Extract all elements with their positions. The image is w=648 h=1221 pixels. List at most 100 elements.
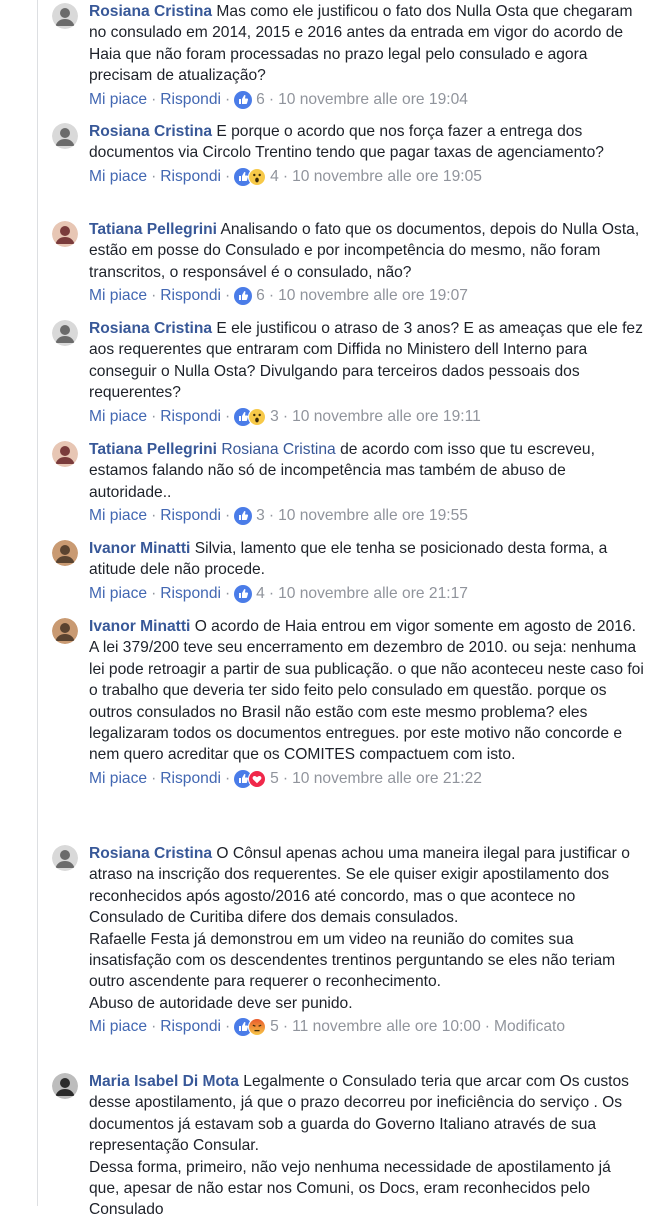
- comment: Rosiana Cristina O Cônsul apenas achou u…: [52, 843, 644, 1037]
- like-link[interactable]: Mi piace: [89, 584, 147, 604]
- separator: ·: [224, 769, 231, 787]
- comment-author[interactable]: Rosiana Cristina: [89, 845, 212, 862]
- separator: ·: [282, 167, 289, 185]
- separator: ·: [282, 1018, 289, 1036]
- reply-link[interactable]: Rispondi: [160, 167, 221, 187]
- reaction-summary[interactable]: [234, 407, 267, 426]
- avatar[interactable]: [52, 540, 78, 566]
- comment-body: Ivanor Minatti O acordo de Haia entrou e…: [89, 616, 644, 766]
- separator: ·: [224, 90, 231, 108]
- separator: ·: [151, 90, 157, 108]
- comment-body: Maria Isabel Di Mota Legalmente o Consul…: [89, 1071, 644, 1221]
- reaction-count[interactable]: 4: [256, 584, 265, 604]
- separator: ·: [151, 407, 157, 425]
- comment: Tatiana Pellegrini Analisando o fato que…: [52, 219, 644, 306]
- comment-timestamp[interactable]: 11 novembre alle ore 10:00: [292, 1017, 481, 1037]
- separator: ·: [224, 287, 231, 305]
- reaction-count[interactable]: 6: [256, 286, 265, 306]
- like-link[interactable]: Mi piace: [89, 407, 147, 427]
- like-link[interactable]: Mi piace: [89, 286, 147, 306]
- wow-reaction-icon: [248, 407, 267, 426]
- separator: ·: [484, 1018, 490, 1036]
- reaction-summary[interactable]: [234, 287, 253, 306]
- separator: ·: [151, 167, 157, 185]
- mention-link[interactable]: Rosiana Cristina: [221, 441, 335, 458]
- separator: ·: [268, 287, 275, 305]
- avatar[interactable]: [52, 845, 78, 871]
- comment: Tatiana Pellegrini Rosiana Cristina de a…: [52, 439, 644, 526]
- comment-actions: Mi piace · Rispondi · 4 · 10 novembre alle ore…: [89, 584, 644, 604]
- separator: ·: [282, 407, 289, 425]
- reaction-summary[interactable]: [234, 167, 267, 186]
- reply-link[interactable]: Rispondi: [160, 286, 221, 306]
- comment-author[interactable]: Tatiana Pellegrini: [89, 221, 217, 238]
- reply-link[interactable]: Rispondi: [160, 407, 221, 427]
- comment-timestamp[interactable]: 10 novembre alle ore 19:04: [278, 90, 468, 110]
- comment-timestamp[interactable]: 10 novembre alle ore 21:17: [278, 584, 468, 604]
- comment: Rosiana Cristina E ele justificou o atra…: [52, 318, 644, 427]
- comment-actions: Mi piace · Rispondi · 5 · 10 novembre alle ore…: [89, 769, 644, 789]
- comment: Ivanor Minatti O acordo de Haia entrou e…: [52, 616, 644, 789]
- comment-timestamp[interactable]: 10 novembre alle ore 19:05: [292, 167, 482, 187]
- comment: Maria Isabel Di Mota Legalmente o Consul…: [52, 1071, 644, 1221]
- comment-body: Rosiana Cristina E ele justificou o atra…: [89, 318, 644, 404]
- comment-author[interactable]: Ivanor Minatti: [89, 618, 190, 635]
- comment-author[interactable]: Rosiana Cristina: [89, 320, 212, 337]
- reaction-count[interactable]: 3: [256, 506, 265, 526]
- comment: Rosiana Cristina Mas como ele justificou…: [52, 1, 644, 110]
- comment: Rosiana Cristina E porque o acordo que n…: [52, 121, 644, 187]
- comment-actions: Mi piace · Rispondi · 3 · 10 novembre alle ore…: [89, 407, 644, 427]
- reaction-summary[interactable]: [234, 90, 253, 109]
- reaction-summary[interactable]: [234, 507, 253, 526]
- avatar[interactable]: [52, 618, 78, 644]
- comment-body: Ivanor Minatti Silvia, lamento que ele t…: [89, 538, 644, 581]
- comment-timestamp[interactable]: 10 novembre alle ore 19:11: [292, 407, 481, 427]
- comment-author[interactable]: Ivanor Minatti: [89, 540, 190, 557]
- avatar[interactable]: [52, 3, 78, 29]
- avatar[interactable]: [52, 221, 78, 247]
- reply-link[interactable]: Rispondi: [160, 584, 221, 604]
- reaction-count[interactable]: 3: [270, 407, 279, 427]
- comment-timestamp[interactable]: 10 novembre alle ore 21:22: [292, 769, 482, 789]
- comment-timestamp[interactable]: 10 novembre alle ore 19:55: [278, 506, 468, 526]
- love-reaction-icon: [248, 769, 267, 788]
- reaction-count[interactable]: 4: [270, 167, 279, 187]
- like-reaction-icon: [234, 584, 253, 603]
- reply-link[interactable]: Rispondi: [160, 90, 221, 110]
- comment-author[interactable]: Maria Isabel Di Mota: [89, 1073, 239, 1090]
- reply-link[interactable]: Rispondi: [160, 769, 221, 789]
- reaction-count[interactable]: 6: [256, 90, 265, 110]
- comment-actions: Mi piace · Rispondi · 6 · 10 novembre alle ore…: [89, 90, 644, 110]
- comment-actions: Mi piace · Rispondi · 5 · 11 novembre alle ore…: [89, 1017, 644, 1037]
- reaction-count[interactable]: 5: [270, 1017, 279, 1037]
- comment-timestamp[interactable]: 10 novembre alle ore 19:07: [278, 286, 468, 306]
- comment-author[interactable]: Rosiana Cristina: [89, 3, 212, 20]
- like-link[interactable]: Mi piace: [89, 1017, 147, 1037]
- like-link[interactable]: Mi piace: [89, 90, 147, 110]
- comment-author[interactable]: Tatiana Pellegrini: [89, 441, 217, 458]
- wow-reaction-icon: [248, 167, 267, 186]
- comment-actions: Mi piace · Rispondi · 4 · 10 novembre alle ore…: [89, 167, 644, 187]
- like-link[interactable]: Mi piace: [89, 167, 147, 187]
- reaction-count[interactable]: 5: [270, 769, 279, 789]
- comment-body: Rosiana Cristina Mas como ele justificou…: [89, 1, 644, 87]
- comment-body: Tatiana Pellegrini Rosiana Cristina de a…: [89, 439, 644, 503]
- reply-link[interactable]: Rispondi: [160, 1017, 221, 1037]
- comment-actions: Mi piace · Rispondi · 3 · 10 novembre alle ore…: [89, 506, 644, 526]
- comment-text: Legalmente o Consulado teria que arcar c…: [89, 1073, 629, 1219]
- avatar[interactable]: [52, 441, 78, 467]
- avatar[interactable]: [52, 320, 78, 346]
- like-link[interactable]: Mi piace: [89, 506, 147, 526]
- separator: ·: [151, 769, 157, 787]
- reaction-summary[interactable]: [234, 769, 267, 788]
- comment-author[interactable]: Rosiana Cristina: [89, 123, 212, 140]
- avatar[interactable]: [52, 123, 78, 149]
- reaction-summary[interactable]: [234, 584, 253, 603]
- like-link[interactable]: Mi piace: [89, 769, 147, 789]
- reply-link[interactable]: Rispondi: [160, 506, 221, 526]
- like-reaction-icon: [234, 287, 253, 306]
- edited-label[interactable]: Modificato: [494, 1017, 565, 1037]
- separator: ·: [224, 1018, 231, 1036]
- avatar[interactable]: [52, 1073, 78, 1099]
- reaction-summary[interactable]: [234, 1018, 267, 1037]
